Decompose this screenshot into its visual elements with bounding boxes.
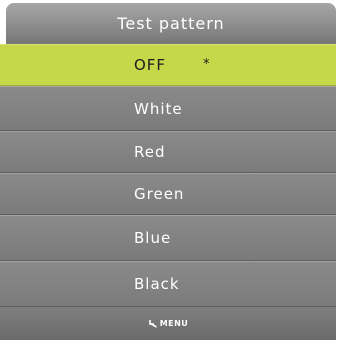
footer-bar: MENU (0, 307, 336, 340)
option-label: Black (134, 275, 180, 293)
option-label: Green (134, 185, 185, 203)
current-selection-marker: * (203, 57, 211, 72)
option-white[interactable]: White (0, 86, 336, 131)
option-label: Red (134, 143, 166, 161)
return-arrow-icon (148, 319, 158, 328)
option-black[interactable]: Black (0, 261, 336, 307)
option-list: OFF * White Red Green Blue Black (0, 44, 336, 307)
option-label: White (134, 99, 183, 118)
option-blue[interactable]: Blue (0, 215, 336, 261)
menu-back-hint[interactable]: MENU (148, 319, 189, 328)
menu-title: Test pattern (6, 3, 336, 44)
option-green[interactable]: Green (0, 173, 336, 215)
option-red[interactable]: Red (0, 131, 336, 173)
option-off[interactable]: OFF * (0, 44, 336, 86)
menu-hint-label: MENU (159, 319, 189, 328)
test-pattern-menu: Test pattern OFF * White Red Green Blue … (0, 0, 337, 340)
option-label: Blue (134, 229, 172, 247)
option-label: OFF (134, 56, 167, 74)
menu-title-text: Test pattern (117, 14, 225, 33)
